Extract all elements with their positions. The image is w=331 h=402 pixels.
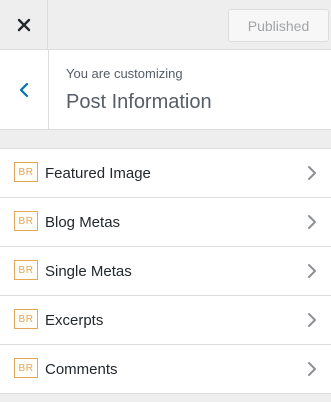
customizer-topbar: Published [0, 0, 331, 50]
br-badge-icon: BR [14, 309, 38, 329]
publish-button[interactable]: Published [228, 9, 329, 42]
section-item-comments[interactable]: BR Comments [0, 345, 331, 394]
close-button[interactable] [0, 0, 48, 49]
section-list: BR Featured Image BR Blog Metas BR Singl… [0, 148, 331, 394]
section-label: Blog Metas [45, 214, 121, 231]
br-badge-icon: BR [14, 260, 38, 280]
br-badge-icon: BR [14, 162, 38, 182]
chevron-left-icon [19, 82, 29, 97]
section-label: Excerpts [45, 312, 104, 329]
chevron-right-icon [308, 313, 316, 327]
bottom-fill [0, 394, 331, 402]
customizing-label: You are customizing [66, 66, 183, 81]
section-label: Single Metas [45, 263, 132, 280]
br-badge-icon: BR [14, 358, 38, 378]
chevron-right-icon [308, 166, 316, 180]
chevron-right-icon [308, 362, 316, 376]
panel-title: Post Information [66, 91, 212, 113]
section-item-single-metas[interactable]: BR Single Metas [0, 247, 331, 296]
section-label: Featured Image [45, 165, 151, 182]
chevron-right-icon [308, 264, 316, 278]
section-item-featured-image[interactable]: BR Featured Image [0, 149, 331, 198]
panel-header: You are customizing Post Information [0, 50, 331, 130]
close-icon [17, 18, 30, 31]
section-item-blog-metas[interactable]: BR Blog Metas [0, 198, 331, 247]
section-item-excerpts[interactable]: BR Excerpts [0, 296, 331, 345]
back-button[interactable] [0, 50, 49, 129]
chevron-right-icon [308, 215, 316, 229]
br-badge-icon: BR [14, 211, 38, 231]
section-label: Comments [45, 361, 118, 378]
